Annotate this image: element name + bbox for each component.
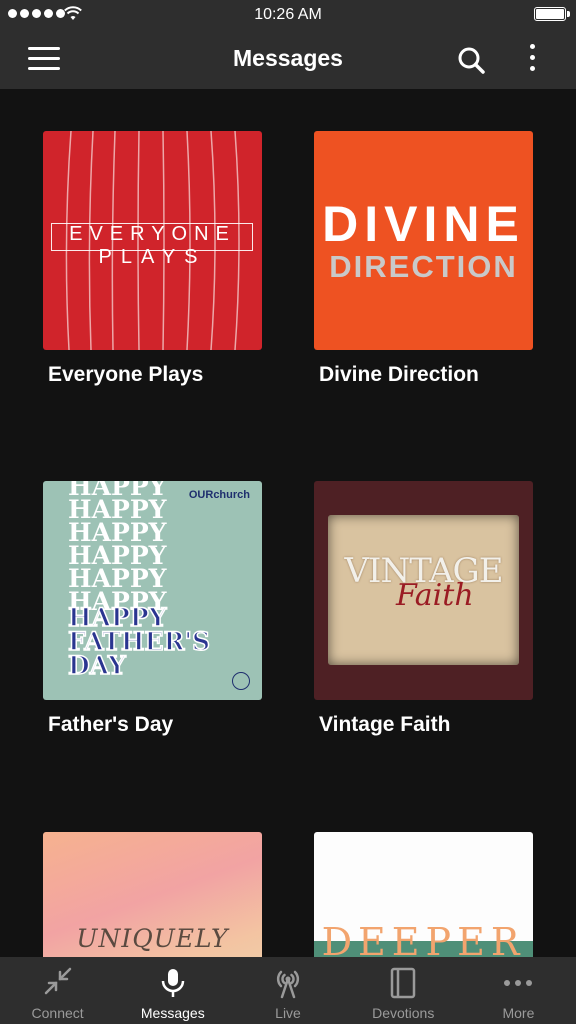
tab-messages[interactable]: Messages <box>115 957 230 1024</box>
artwork-text: DAY <box>67 651 126 680</box>
vertical-ellipsis-icon[interactable] <box>524 44 540 76</box>
artwork-text: DIRECTION <box>329 249 518 284</box>
tab-devotions[interactable]: Devotions <box>346 957 461 1024</box>
tab-label: Messages <box>140 1005 205 1021</box>
message-card-fathers-day[interactable]: HAPPY HAPPY HAPPY HAPPY HAPPY HAPPY HAPP… <box>43 481 262 737</box>
series-artwork: DEEPER <box>314 832 533 957</box>
message-title: Father's Day <box>48 713 174 736</box>
battery-icon <box>534 7 566 21</box>
top-navigation-bar: Messages <box>0 30 576 89</box>
tab-live[interactable]: Live <box>230 957 345 1024</box>
series-artwork: EVERYONE PLAYS <box>43 131 262 350</box>
tab-label: More <box>502 1005 535 1021</box>
book-icon <box>390 967 416 999</box>
page-title: Messages <box>233 45 343 71</box>
artwork-text: EVERYONE <box>69 223 236 245</box>
message-card-everyone-plays[interactable]: EVERYONE PLAYS Everyone Plays <box>43 131 262 387</box>
artwork-text: FATHER'S <box>67 627 211 656</box>
messages-grid: EVERYONE PLAYS Everyone Plays DIVINE DIR… <box>0 89 576 957</box>
message-card-uniquely-better[interactable]: UNIQUELY BETTER <box>43 832 262 957</box>
tab-more[interactable]: More <box>461 957 576 1024</box>
tab-label: Connect <box>31 1005 84 1021</box>
collapse-arrows-icon <box>44 967 71 995</box>
series-artwork: DIVINE DIRECTION <box>314 131 533 350</box>
bottom-tab-bar: Connect Messages Live Devotions More <box>0 957 576 1024</box>
message-card-vintage-faith[interactable]: VINTAGE Faith Vintage Faith <box>314 481 533 737</box>
message-title: Everyone Plays <box>48 363 204 386</box>
search-icon[interactable] <box>456 45 486 75</box>
message-title: Vintage Faith <box>319 713 451 736</box>
status-bar: 10:26 AM <box>0 0 576 30</box>
message-card-divine-direction[interactable]: DIVINE DIRECTION Divine Direction <box>314 131 533 387</box>
artwork-text: PLAYS <box>98 246 207 268</box>
tab-label: Devotions <box>372 1005 435 1021</box>
artwork-text: DIVINE <box>322 196 525 252</box>
horizontal-ellipsis-icon <box>504 980 533 986</box>
series-artwork: HAPPY HAPPY HAPPY HAPPY HAPPY HAPPY HAPP… <box>43 481 262 700</box>
artwork-text: HAPPY <box>67 603 167 632</box>
series-artwork: UNIQUELY BETTER <box>43 832 262 957</box>
series-artwork: VINTAGE Faith <box>314 481 533 700</box>
tab-label: Live <box>275 1005 301 1021</box>
artwork-text: Faith <box>396 578 474 613</box>
battery-tip <box>567 11 570 17</box>
artwork-text: DEEPER <box>321 920 526 957</box>
status-time: 10:26 AM <box>254 6 322 23</box>
church-logo: OURchurch <box>188 489 250 501</box>
tab-connect[interactable]: Connect <box>0 957 115 1024</box>
microphone-icon <box>161 969 185 997</box>
message-card-deeper[interactable]: DEEPER <box>314 832 533 957</box>
artwork-text: UNIQUELY BETTER <box>76 924 229 957</box>
message-title: Divine Direction <box>319 363 479 386</box>
logo-circle-icon <box>232 672 250 690</box>
broadcast-tower-icon <box>276 970 300 999</box>
